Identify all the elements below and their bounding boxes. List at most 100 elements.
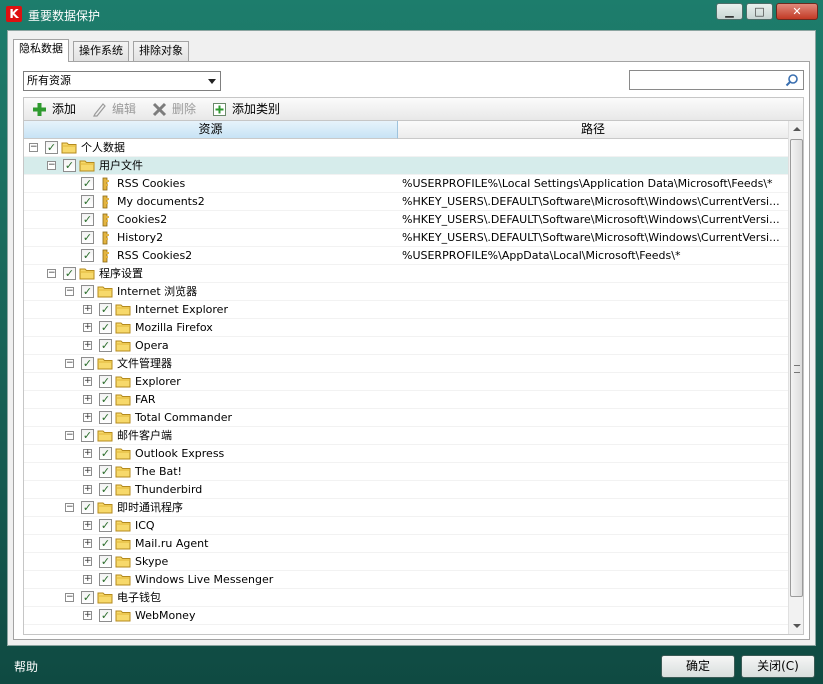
collapse-icon[interactable]: − <box>65 359 74 368</box>
row-checkbox[interactable]: ✓ <box>63 159 76 172</box>
tree-row[interactable]: − ✓ 即时通讯程序 <box>24 499 788 517</box>
row-checkbox[interactable]: ✓ <box>81 231 94 244</box>
tree-row[interactable]: + ✓ Windows Live Messenger <box>24 571 788 589</box>
row-checkbox[interactable]: ✓ <box>99 519 112 532</box>
row-checkbox[interactable]: ✓ <box>99 465 112 478</box>
tree-row[interactable]: + ✓ Skype <box>24 553 788 571</box>
ok-button[interactable]: 确定 <box>661 655 735 678</box>
row-checkbox[interactable]: ✓ <box>81 429 94 442</box>
collapse-icon[interactable]: − <box>29 143 38 152</box>
row-checkbox[interactable]: ✓ <box>99 411 112 424</box>
folder-icon <box>115 339 131 353</box>
row-checkbox[interactable]: ✓ <box>81 591 94 604</box>
expand-icon[interactable]: + <box>83 521 92 530</box>
tree-row[interactable]: + ✓ Opera <box>24 337 788 355</box>
expand-icon[interactable]: + <box>83 413 92 422</box>
search-input[interactable] <box>632 72 782 87</box>
row-checkbox[interactable]: ✓ <box>99 375 112 388</box>
expand-icon[interactable]: + <box>83 539 92 548</box>
tree-row[interactable]: − ✓ Internet 浏览器 <box>24 283 788 301</box>
expand-icon[interactable]: + <box>83 611 92 620</box>
minimize-button[interactable]: ▁ <box>716 3 743 20</box>
column-header-path[interactable]: 路径 <box>398 121 788 139</box>
scroll-down-arrow-icon[interactable] <box>793 624 801 628</box>
row-label: ICQ <box>135 519 155 532</box>
collapse-icon[interactable]: − <box>47 269 56 278</box>
row-checkbox[interactable]: ✓ <box>99 321 112 334</box>
expand-icon[interactable]: + <box>83 575 92 584</box>
scroll-up-arrow-icon[interactable] <box>793 127 801 131</box>
tree-row[interactable]: − ✓ 电子钱包 <box>24 589 788 607</box>
collapse-icon[interactable]: − <box>65 287 74 296</box>
tab-exclusions[interactable]: 排除对象 <box>133 41 189 61</box>
tree-row[interactable]: − ✓ 邮件客户端 <box>24 427 788 445</box>
row-checkbox[interactable]: ✓ <box>81 213 94 226</box>
expand-icon[interactable]: + <box>83 485 92 494</box>
row-checkbox[interactable]: ✓ <box>99 555 112 568</box>
tree-row[interactable]: ✓ History2 %HKEY_USERS\.DEFAULT\Software\M… <box>24 229 788 247</box>
row-label: Skype <box>135 555 169 568</box>
expand-icon[interactable]: + <box>83 305 92 314</box>
tree-row[interactable]: + ✓ Outlook Express <box>24 445 788 463</box>
tree-row[interactable]: + ✓ Total Commander <box>24 409 788 427</box>
collapse-icon[interactable]: − <box>47 161 56 170</box>
tree-row[interactable]: − ✓ 文件管理器 <box>24 355 788 373</box>
resource-filter-dropdown[interactable]: 所有资源 <box>23 71 221 91</box>
row-checkbox[interactable]: ✓ <box>99 609 112 622</box>
tree-row[interactable]: + ✓ The Bat! <box>24 463 788 481</box>
tree-row[interactable]: ✓ RSS Cookies2 %USERPROFILE%\AppData\Local… <box>24 247 788 265</box>
tree-row[interactable]: + ✓ ICQ <box>24 517 788 535</box>
row-checkbox[interactable]: ✓ <box>99 339 112 352</box>
collapse-icon[interactable]: − <box>65 431 74 440</box>
tree-row[interactable]: + ✓ WebMoney <box>24 607 788 625</box>
tree-row[interactable]: + ✓ FAR <box>24 391 788 409</box>
search-box[interactable] <box>629 70 804 90</box>
row-checkbox[interactable]: ✓ <box>81 357 94 370</box>
tree-row[interactable]: + ✓ Mozilla Firefox <box>24 319 788 337</box>
row-checkbox[interactable]: ✓ <box>99 393 112 406</box>
row-checkbox[interactable]: ✓ <box>99 303 112 316</box>
row-checkbox[interactable]: ✓ <box>81 177 94 190</box>
row-checkbox[interactable]: ✓ <box>81 501 94 514</box>
row-checkbox[interactable]: ✓ <box>81 195 94 208</box>
tab-operating-system[interactable]: 操作系统 <box>73 41 129 61</box>
collapse-icon[interactable]: − <box>65 593 74 602</box>
expand-icon[interactable]: + <box>83 377 92 386</box>
tree-row[interactable]: ✓ Cookies2 %HKEY_USERS\.DEFAULT\Software\M… <box>24 211 788 229</box>
tree-row[interactable]: − ✓ 个人数据 <box>24 139 788 157</box>
row-checkbox[interactable]: ✓ <box>81 285 94 298</box>
tree-row[interactable]: − ✓ 用户文件 <box>24 157 788 175</box>
row-checkbox[interactable]: ✓ <box>99 537 112 550</box>
tree-row[interactable]: ✓ My documents2 %HKEY_USERS\.DEFAULT\Softw… <box>24 193 788 211</box>
expand-icon[interactable]: + <box>83 341 92 350</box>
search-icon[interactable] <box>785 73 799 87</box>
row-checkbox[interactable]: ✓ <box>99 573 112 586</box>
title-bar[interactable]: K 重要数据保护 ▁ □ ✕ <box>0 0 823 30</box>
row-label: 电子钱包 <box>117 591 161 604</box>
close-button[interactable]: 关闭(C) <box>741 655 815 678</box>
expand-icon[interactable]: + <box>83 467 92 476</box>
help-link[interactable]: 帮助 <box>14 658 38 675</box>
column-header-resource[interactable]: 资源 <box>24 121 398 139</box>
collapse-icon[interactable]: − <box>65 503 74 512</box>
tab-privacy-data[interactable]: 隐私数据 <box>13 39 69 62</box>
close-window-button[interactable]: ✕ <box>776 3 818 20</box>
tree-row[interactable]: + ✓ Thunderbird <box>24 481 788 499</box>
vertical-scrollbar[interactable] <box>788 121 803 634</box>
maximize-button[interactable]: □ <box>746 3 773 20</box>
tree-row[interactable]: + ✓ Internet Explorer <box>24 301 788 319</box>
row-checkbox[interactable]: ✓ <box>63 267 76 280</box>
row-checkbox[interactable]: ✓ <box>99 447 112 460</box>
expand-icon[interactable]: + <box>83 395 92 404</box>
tree-row[interactable]: − ✓ 程序设置 <box>24 265 788 283</box>
expand-icon[interactable]: + <box>83 557 92 566</box>
scrollbar-thumb[interactable] <box>790 139 803 597</box>
row-checkbox[interactable]: ✓ <box>45 141 58 154</box>
row-checkbox[interactable]: ✓ <box>99 483 112 496</box>
expand-icon[interactable]: + <box>83 449 92 458</box>
row-checkbox[interactable]: ✓ <box>81 249 94 262</box>
tree-row[interactable]: + ✓ Mail.ru Agent <box>24 535 788 553</box>
tree-row[interactable]: ✓ RSS Cookies %USERPROFILE%\Local Settings… <box>24 175 788 193</box>
tree-row[interactable]: + ✓ Explorer <box>24 373 788 391</box>
expand-icon[interactable]: + <box>83 323 92 332</box>
